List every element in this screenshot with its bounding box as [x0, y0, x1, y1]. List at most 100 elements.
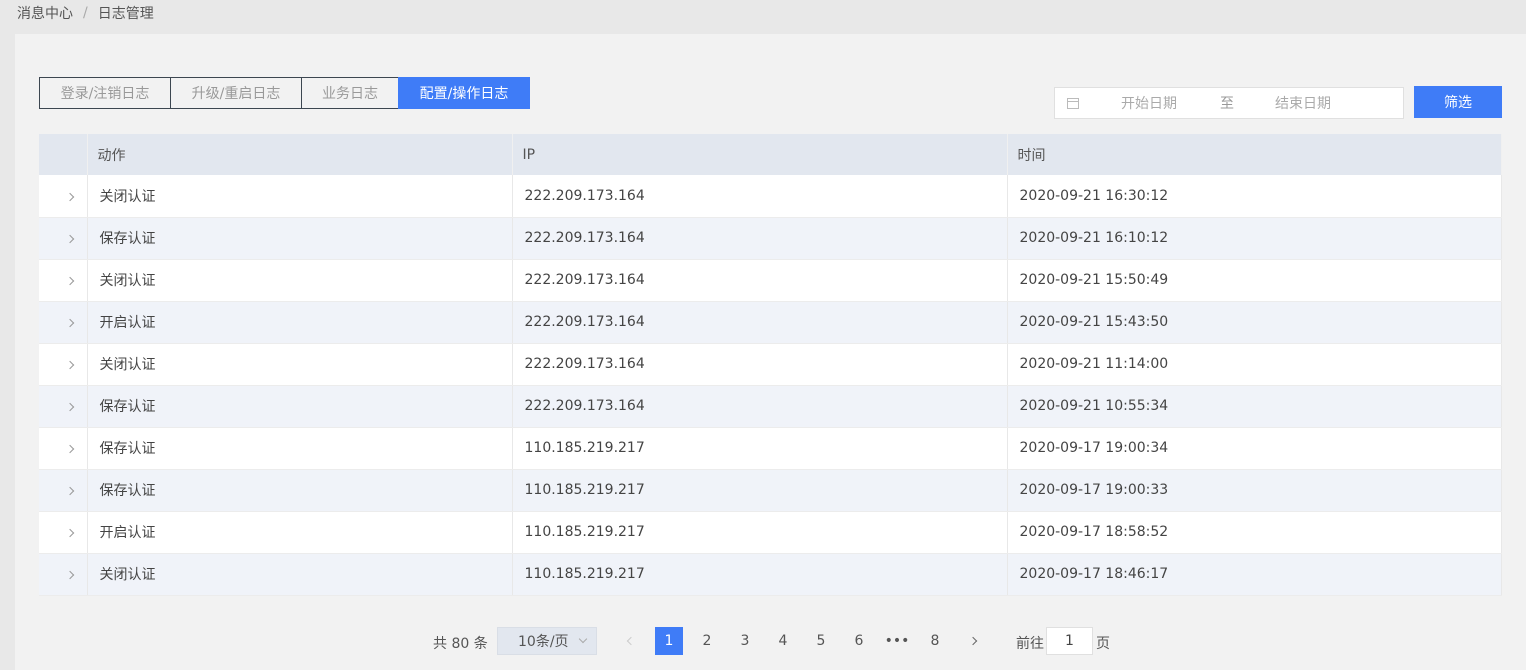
cell-action: 关闭认证 [87, 343, 513, 386]
expand-row-button[interactable] [39, 343, 88, 386]
table-row: 保存认证 222.209.173.164 2020-09-21 16:10:12 [39, 217, 1502, 260]
page-size-select[interactable]: 10条/页 [497, 627, 597, 655]
chevron-left-icon [626, 636, 636, 646]
cell-time: 2020-09-17 19:00:33 [1007, 469, 1502, 512]
chevron-right-icon [65, 192, 74, 201]
goto-label: 前往 [1016, 636, 1044, 652]
chevron-right-icon [968, 636, 978, 646]
table-row: 保存认证 110.185.219.217 2020-09-17 19:00:34 [39, 427, 1502, 470]
expand-row-button[interactable] [39, 427, 88, 470]
expand-column-header [39, 134, 88, 175]
expand-row-button[interactable] [39, 175, 88, 218]
calendar-icon [1067, 97, 1079, 109]
expand-row-button[interactable] [39, 553, 88, 596]
cell-ip: 222.209.173.164 [512, 217, 1008, 260]
chevron-right-icon [65, 486, 74, 496]
goto-page-input[interactable] [1046, 627, 1093, 655]
cell-action: 开启认证 [87, 301, 513, 344]
expand-row-button[interactable] [39, 385, 88, 428]
table-row: 关闭认证 222.209.173.164 2020-09-21 11:14:00 [39, 343, 1502, 386]
expand-row-button[interactable] [39, 217, 88, 260]
tab-config-operation-log[interactable]: 配置/操作日志 [398, 77, 530, 109]
page-size-value: 10条/页 [518, 634, 569, 650]
tab-upgrade-restart-log[interactable]: 升级/重启日志 [170, 77, 302, 109]
total-count: 共 80 条 [433, 636, 488, 652]
pagination: 共 80 条 10条/页 123456 ••• 8 前往 页 [15, 627, 1526, 657]
column-header-time: 时间 [1007, 134, 1502, 175]
column-header-ip: IP [512, 134, 1008, 175]
log-type-tabs: 登录/注销日志 升级/重启日志 业务日志 配置/操作日志 [39, 77, 530, 109]
table-row: 保存认证 222.209.173.164 2020-09-21 10:55:34 [39, 385, 1502, 428]
cell-ip: 222.209.173.164 [512, 385, 1008, 428]
chevron-right-icon [65, 318, 74, 328]
cell-action: 保存认证 [87, 385, 513, 428]
log-table: 动作 IP 时间 关闭认证 222.209.173.164 2020-09-21 1… [39, 134, 1502, 596]
table-row: 开启认证 222.209.173.164 2020-09-21 15:43:50 [39, 301, 1502, 344]
tab-business-log[interactable]: 业务日志 [301, 77, 399, 109]
cell-action: 关闭认证 [87, 259, 513, 302]
expand-row-button[interactable] [39, 469, 88, 512]
table-header-row: 动作 IP 时间 [39, 134, 1502, 175]
table-row: 关闭认证 110.185.219.217 2020-09-17 18:46:17 [39, 553, 1502, 596]
cell-action: 开启认证 [87, 511, 513, 554]
chevron-right-icon [65, 360, 74, 370]
goto-suffix: 页 [1096, 636, 1110, 652]
chevron-right-icon [65, 528, 74, 538]
cell-ip: 222.209.173.164 [512, 343, 1008, 386]
cell-action: 保存认证 [87, 427, 513, 470]
cell-action: 保存认证 [87, 469, 513, 512]
chevron-down-icon [578, 634, 588, 644]
cell-time: 2020-09-21 16:10:12 [1007, 217, 1502, 260]
cell-ip: 222.209.173.164 [512, 301, 1008, 344]
page-button-5[interactable]: 5 [807, 627, 835, 655]
tab-login-logout-log[interactable]: 登录/注销日志 [39, 77, 171, 109]
breadcrumb: 消息中心 / 日志管理 [17, 4, 154, 22]
expand-row-button[interactable] [39, 511, 88, 554]
page-button-1[interactable]: 1 [655, 627, 683, 655]
cell-time: 2020-09-17 19:00:34 [1007, 427, 1502, 470]
cell-time: 2020-09-17 18:58:52 [1007, 511, 1502, 554]
cell-ip: 110.185.219.217 [512, 553, 1008, 596]
date-range-picker[interactable]: 开始日期 至 结束日期 [1054, 87, 1404, 119]
cell-ip: 222.209.173.164 [512, 259, 1008, 302]
end-date-input[interactable]: 结束日期 [1275, 93, 1331, 113]
expand-row-button[interactable] [39, 301, 88, 344]
cell-time: 2020-09-17 18:46:17 [1007, 553, 1502, 596]
cell-ip: 222.209.173.164 [512, 175, 1008, 218]
cell-ip: 110.185.219.217 [512, 427, 1008, 470]
page-button-8[interactable]: 8 [921, 627, 949, 655]
chevron-right-icon [65, 234, 74, 244]
chevron-right-icon [65, 402, 74, 412]
content-panel: 登录/注销日志 升级/重启日志 业务日志 配置/操作日志 开始日期 至 结束日期… [15, 34, 1526, 670]
cell-action: 保存认证 [87, 217, 513, 260]
expand-row-button[interactable] [39, 259, 88, 302]
date-range-separator: 至 [1220, 96, 1234, 112]
next-page-button[interactable] [959, 627, 987, 655]
breadcrumb-item-message-center[interactable]: 消息中心 [17, 3, 73, 23]
cell-action: 关闭认证 [87, 175, 513, 218]
page-button-4[interactable]: 4 [769, 627, 797, 655]
page-button-6[interactable]: 6 [845, 627, 873, 655]
cell-time: 2020-09-21 15:50:49 [1007, 259, 1502, 302]
page-button-2[interactable]: 2 [693, 627, 721, 655]
table-row: 开启认证 110.185.219.217 2020-09-17 18:58:52 [39, 511, 1502, 554]
table-row: 关闭认证 222.209.173.164 2020-09-21 16:30:12 [39, 175, 1502, 218]
page-button-3[interactable]: 3 [731, 627, 759, 655]
chevron-right-icon [65, 276, 74, 286]
cell-time: 2020-09-21 11:14:00 [1007, 343, 1502, 386]
page-ellipsis[interactable]: ••• [883, 627, 911, 655]
cell-action: 关闭认证 [87, 553, 513, 596]
column-header-action: 动作 [87, 134, 513, 175]
table-row: 保存认证 110.185.219.217 2020-09-17 19:00:33 [39, 469, 1502, 512]
chevron-right-icon [65, 444, 74, 454]
breadcrumb-separator: / [83, 5, 88, 21]
filter-button[interactable]: 筛选 [1414, 86, 1502, 118]
start-date-input[interactable]: 开始日期 [1121, 93, 1177, 113]
cell-time: 2020-09-21 15:43:50 [1007, 301, 1502, 344]
cell-time: 2020-09-21 16:30:12 [1007, 175, 1502, 218]
cell-ip: 110.185.219.217 [512, 469, 1008, 512]
prev-page-button[interactable] [617, 627, 645, 655]
cell-time: 2020-09-21 10:55:34 [1007, 385, 1502, 428]
cell-ip: 110.185.219.217 [512, 511, 1008, 554]
chevron-right-icon [65, 570, 74, 580]
